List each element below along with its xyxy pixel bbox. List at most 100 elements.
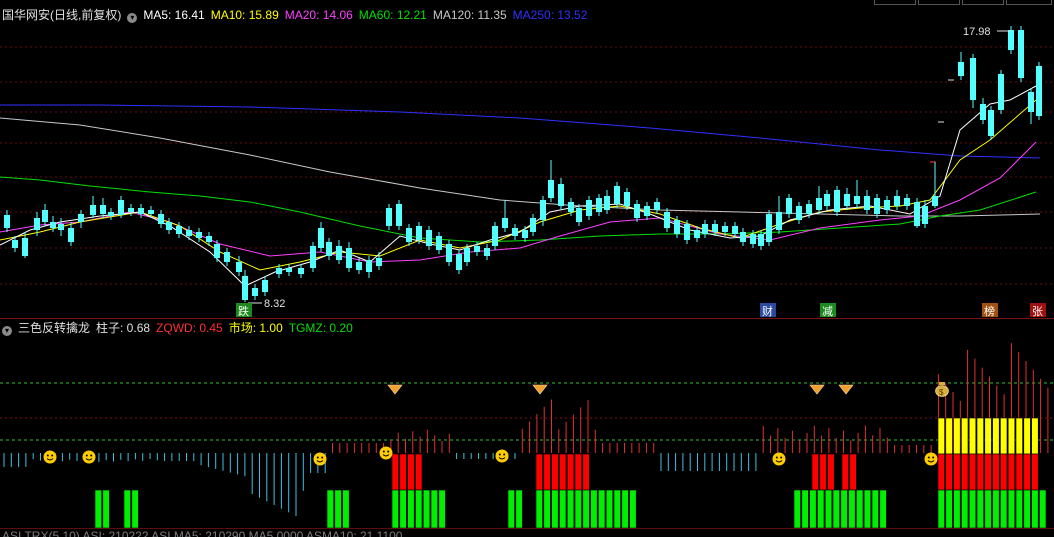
candle-body [4, 215, 10, 228]
red-bar [976, 453, 984, 491]
green-bar [407, 489, 415, 528]
event-tag[interactable]: 减 [820, 303, 836, 318]
candle-body [894, 196, 900, 206]
sub-title[interactable]: 三色反转擒龙 [18, 321, 90, 335]
red-bar [841, 453, 849, 491]
ma10-readout: MA10: 15.89 [210, 8, 279, 22]
candle-body [904, 198, 910, 206]
green-bar [605, 489, 614, 528]
red-bar [391, 453, 399, 491]
indicator-chart[interactable]: $ [0, 318, 1054, 528]
candle-body [492, 226, 498, 246]
green-bar [1023, 489, 1031, 528]
indicator-panel[interactable]: $ ▾ 三色反转擒龙 柱子: 0.68 ZQWD: 0.45 市场: 1.00 TGMZ:… [0, 318, 1054, 528]
green-bar [566, 489, 575, 528]
smiley-icon [313, 452, 327, 466]
red-bar [945, 453, 953, 491]
green-bar [1015, 489, 1023, 528]
candle-body [262, 280, 268, 292]
candle-body [366, 260, 372, 272]
candle-body [844, 194, 850, 206]
smiley-eye [51, 454, 54, 457]
candle-body [1028, 92, 1034, 112]
green-bar [945, 489, 953, 528]
green-bar [574, 489, 582, 528]
candle-body [702, 224, 708, 234]
candle-body [68, 228, 74, 242]
red-bar [399, 453, 407, 491]
smiley-eye [387, 450, 390, 453]
candle-body [406, 228, 412, 242]
green-bar [131, 489, 139, 528]
kline-panel[interactable]: 17.98 8.32 跌 财 减 榜 张 国华网安(日线,前复权) ▾ MA5: 16.41 MA… [0, 0, 1054, 318]
candle-body [614, 186, 620, 204]
candle-body [252, 288, 258, 296]
green-bar [123, 489, 131, 528]
candle-body [914, 202, 920, 226]
green-bar [817, 489, 825, 528]
event-tag[interactable]: 张 [1030, 303, 1046, 318]
green-bar [871, 489, 879, 528]
green-bar [438, 489, 446, 528]
dropdown-icon[interactable]: ▾ [2, 326, 12, 336]
yellow-bar [968, 417, 977, 455]
candle-body [484, 248, 490, 256]
red-bar [811, 453, 819, 491]
candle-body [796, 206, 802, 220]
smiley-eye [503, 453, 506, 456]
green-bar [559, 489, 567, 528]
event-tag[interactable]: 财 [760, 303, 776, 318]
candle-body [22, 238, 28, 256]
candle-body [922, 206, 928, 224]
red-bar [961, 453, 969, 491]
candle-body [776, 212, 782, 230]
yellow-bar [1015, 417, 1023, 455]
candle-body [242, 276, 248, 300]
red-bar [407, 453, 415, 491]
green-bar [840, 489, 848, 528]
smiley-eye [927, 456, 930, 459]
candle-body [396, 204, 402, 226]
candle-body [336, 246, 342, 260]
red-bar [1007, 453, 1016, 491]
dropdown-icon[interactable]: ▾ [127, 13, 138, 23]
candle-body [100, 205, 106, 214]
red-bar [582, 453, 590, 491]
candle-body [326, 242, 332, 256]
ma250-line [0, 104, 1041, 159]
green-bar [430, 489, 438, 528]
candle-body [884, 200, 890, 210]
candle-body [464, 248, 470, 262]
candle-body [864, 196, 870, 210]
candle-body [446, 244, 452, 262]
red-bar [968, 453, 977, 491]
green-bar [342, 489, 350, 528]
kline-chart[interactable]: 17.98 8.32 跌 财 减 榜 张 [0, 0, 1054, 318]
main-title[interactable]: 国华网安(日线,前复权) [2, 8, 121, 22]
candle-body [1018, 30, 1024, 78]
ma20-line [0, 141, 1037, 263]
candle-body [786, 198, 792, 214]
event-tag[interactable]: 榜 [982, 303, 998, 318]
candle-body [586, 200, 592, 216]
candle-body [816, 198, 822, 210]
ma60-readout: MA60: 12.21 [358, 8, 427, 22]
green-bar [391, 489, 399, 528]
green-bar [976, 489, 984, 528]
candle-body [634, 204, 640, 218]
main-indicator-header: 国华网安(日线,前复权) ▾ MA5: 16.41 MA10: 15.89 MA20: … [2, 8, 593, 23]
candle-body [522, 230, 528, 238]
candle-body [206, 236, 212, 242]
candle-body [548, 180, 554, 198]
red-bar [827, 453, 835, 491]
red-bar [984, 453, 992, 491]
yellow-bar [1023, 417, 1031, 455]
candle-body [474, 246, 480, 252]
green-bar [1039, 489, 1047, 528]
event-tag[interactable]: 跌 [236, 303, 252, 318]
smiley-eye [382, 450, 385, 453]
candle-body [58, 224, 64, 230]
ma5-line [0, 85, 1037, 287]
green-bar [94, 489, 102, 528]
candle-body [118, 200, 124, 215]
